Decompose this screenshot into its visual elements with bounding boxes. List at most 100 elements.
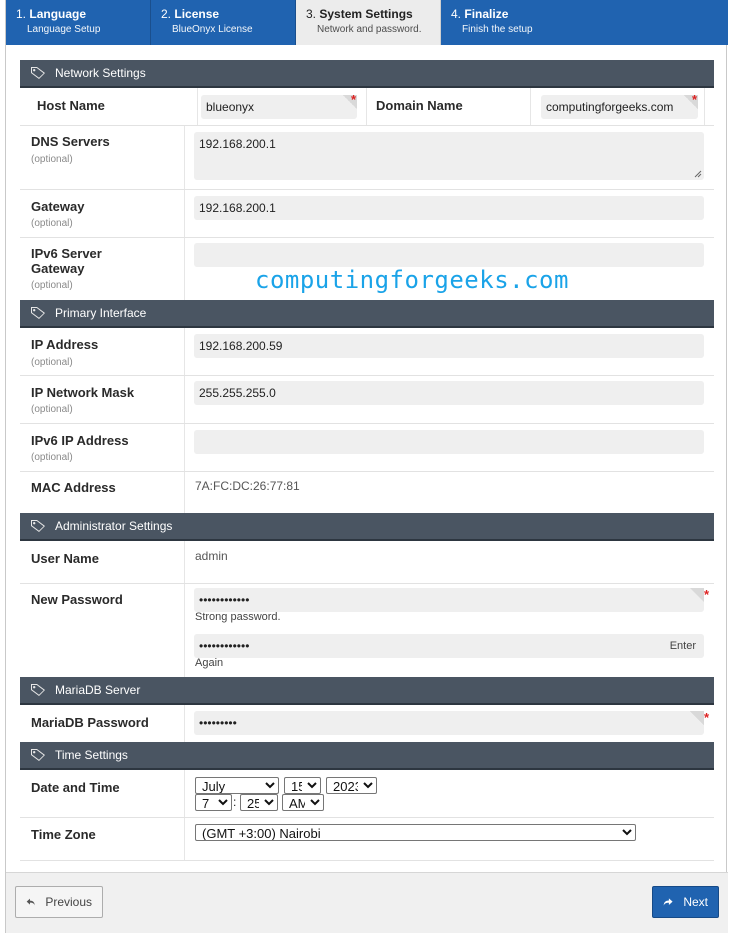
password-strength: Strong password. — [195, 611, 281, 623]
tag-icon — [31, 67, 45, 79]
next-button[interactable]: Next — [652, 886, 719, 918]
tag-icon — [31, 307, 45, 319]
step-subtitle: Network and password. — [317, 24, 422, 35]
wizard-steps: 1. Language Language Setup 2. License Bl… — [6, 0, 728, 45]
step-title: Finalize — [464, 7, 509, 21]
step-system-settings[interactable]: 3. System Settings Network and password. — [296, 0, 441, 45]
watermark-text: computingforgeeks.com — [255, 266, 569, 294]
section-administrator-settings: Administrator Settings — [20, 513, 714, 541]
resize-handle-icon[interactable] — [694, 170, 702, 178]
tag-icon — [31, 749, 45, 761]
step-title: License — [174, 7, 220, 21]
date-time-row: Date and Time July 15 2023 7 : 25 AM — [20, 770, 714, 818]
mariadb-password-label: MariaDB Password — [31, 715, 149, 730]
required-icon: * — [704, 587, 710, 602]
host-domain-row: Host Name blueonyx * Domain Name computi… — [20, 88, 714, 126]
required-icon: * — [704, 710, 710, 725]
hour-select[interactable]: 7 — [195, 794, 232, 811]
time-zone-label: Time Zone — [31, 827, 96, 842]
optional-hint: (optional) — [31, 218, 73, 229]
mac-address-row: MAC Address 7A:FC:DC:26:77:81 — [20, 472, 714, 513]
user-name-label: User Name — [31, 551, 99, 566]
step-title: System Settings — [319, 7, 413, 21]
section-title: Network Settings — [55, 66, 146, 80]
domain-name-label: Domain Name — [376, 98, 463, 113]
tag-icon — [31, 520, 45, 532]
section-title: Time Settings — [55, 748, 128, 762]
optional-hint: (optional) — [31, 154, 73, 165]
mac-address-label: MAC Address — [31, 480, 116, 495]
dns-servers-textarea[interactable]: 192.168.200.1 — [194, 132, 704, 180]
gateway-label: Gateway — [31, 199, 85, 214]
optional-hint: (optional) — [31, 404, 73, 415]
repeat-password-input[interactable]: •••••••••••• Enter — [194, 634, 704, 658]
ipv6-gateway-label: IPv6 Server Gateway — [31, 246, 102, 276]
host-name-label: Host Name — [37, 98, 105, 113]
section-title: Primary Interface — [55, 306, 147, 320]
domain-name-input[interactable]: computingforgeeks.com — [541, 95, 698, 119]
step-number: 1. — [16, 7, 27, 21]
netmask-row: IP Network Mask (optional) 255.255.255.0 — [20, 376, 714, 424]
month-select[interactable]: July — [195, 777, 279, 794]
mac-address-value: 7A:FC:DC:26:77:81 — [195, 479, 300, 493]
optional-hint: (optional) — [31, 357, 73, 368]
section-title: MariaDB Server — [55, 683, 141, 697]
netmask-input[interactable]: 255.255.255.0 — [194, 381, 704, 405]
section-primary-interface: Primary Interface — [20, 300, 714, 328]
user-name-row: User Name admin — [20, 541, 714, 584]
ip-address-row: IP Address (optional) 192.168.200.59 — [20, 328, 714, 376]
time-zone-row: Time Zone (GMT +3:00) Nairobi — [20, 818, 714, 861]
gateway-input[interactable]: 192.168.200.1 — [194, 196, 704, 220]
step-subtitle: BlueOnyx License — [172, 24, 253, 35]
dns-label: DNS Servers — [31, 134, 110, 149]
time-separator: : — [233, 795, 237, 809]
previous-button[interactable]: Previous — [15, 886, 103, 918]
step-language[interactable]: 1. Language Language Setup — [6, 0, 151, 45]
section-network-settings: Network Settings — [20, 60, 714, 88]
wizard-footer: Previous Next — [6, 872, 728, 933]
step-finalize[interactable]: 4. Finalize Finish the setup — [441, 0, 728, 45]
forward-arrow-icon — [663, 898, 673, 906]
step-license[interactable]: 2. License BlueOnyx License — [151, 0, 296, 45]
step-subtitle: Language Setup — [27, 24, 101, 35]
host-name-input[interactable]: blueonyx — [201, 95, 357, 119]
step-subtitle: Finish the setup — [462, 24, 533, 35]
ampm-select[interactable]: AM — [282, 794, 324, 811]
new-password-input[interactable]: •••••••••••• — [194, 588, 704, 612]
required-icon: * — [351, 92, 357, 107]
repeat-password-value: •••••••••••• — [199, 639, 250, 653]
tag-icon — [31, 684, 45, 696]
gateway-row: Gateway (optional) 192.168.200.1 — [20, 190, 714, 238]
next-label: Next — [683, 895, 708, 909]
section-title: Administrator Settings — [55, 519, 173, 533]
again-label: Again — [195, 657, 224, 669]
back-arrow-icon — [26, 898, 35, 906]
ip-address-input[interactable]: 192.168.200.59 — [194, 334, 704, 358]
user-name-value: admin — [195, 549, 228, 563]
ipv6-address-input[interactable] — [194, 430, 704, 454]
ipv6-address-row: IPv6 IP Address (optional) — [20, 424, 714, 472]
section-time-settings: Time Settings — [20, 742, 714, 770]
new-password-row: New Password •••••••••••• * Strong passw… — [20, 584, 714, 677]
optional-hint: (optional) — [31, 452, 73, 463]
step-number: 2. — [161, 7, 172, 21]
day-select[interactable]: 15 — [284, 777, 321, 794]
step-number: 3. — [306, 7, 317, 21]
time-zone-select[interactable]: (GMT +3:00) Nairobi — [195, 824, 636, 841]
ipv6-address-label: IPv6 IP Address — [31, 433, 129, 448]
ip-address-label: IP Address — [31, 337, 99, 352]
date-time-label: Date and Time — [31, 780, 120, 795]
mariadb-password-input[interactable]: ••••••••• — [194, 711, 704, 735]
minute-select[interactable]: 25 — [240, 794, 278, 811]
section-mariadb-server: MariaDB Server — [20, 677, 714, 705]
dns-row: DNS Servers (optional) 192.168.200.1 — [20, 126, 714, 190]
mariadb-password-row: MariaDB Password ••••••••• * — [20, 705, 714, 742]
netmask-label: IP Network Mask — [31, 385, 135, 400]
required-icon: * — [692, 92, 698, 107]
step-number: 4. — [451, 7, 462, 21]
new-password-label: New Password — [31, 592, 123, 607]
year-select[interactable]: 2023 — [326, 777, 377, 794]
step-title: Language — [29, 7, 87, 21]
previous-label: Previous — [45, 895, 92, 909]
ipv6-gateway-input[interactable] — [194, 243, 704, 267]
